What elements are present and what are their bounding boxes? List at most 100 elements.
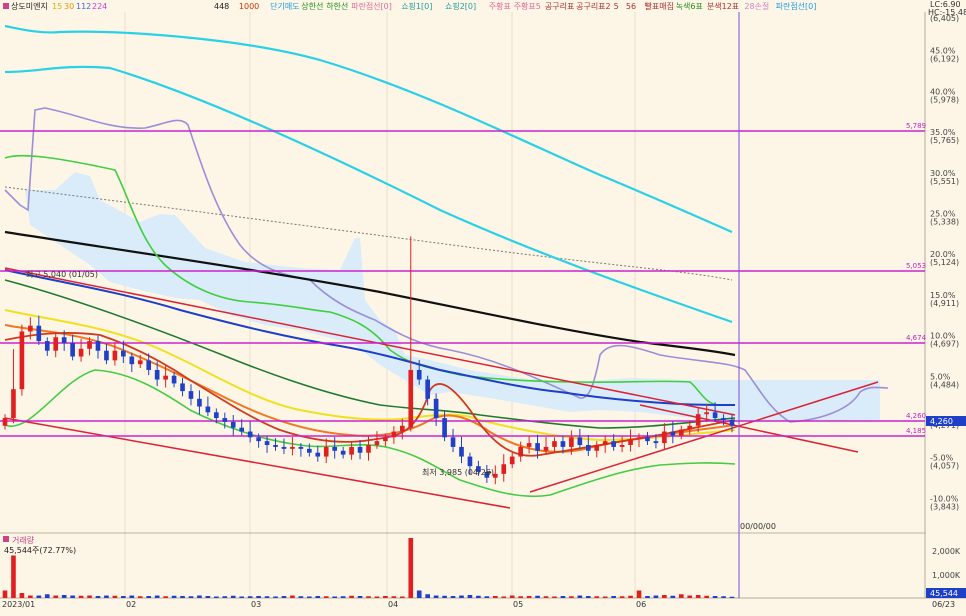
legend-ma-224: 224	[92, 2, 107, 11]
volume-bar	[315, 596, 321, 598]
candle-body[interactable]	[112, 350, 118, 361]
candle-body[interactable]	[636, 437, 642, 440]
candle-body[interactable]	[214, 412, 219, 419]
volume-bar	[662, 595, 667, 598]
candle-body[interactable]	[323, 446, 329, 457]
candle-body[interactable]	[501, 464, 507, 474]
candle-body[interactable]	[509, 456, 515, 465]
candle-body[interactable]	[87, 341, 92, 349]
candle-body[interactable]	[222, 418, 228, 422]
candle-body[interactable]	[95, 341, 101, 351]
candle-body[interactable]	[383, 437, 388, 442]
candle-body[interactable]	[552, 441, 557, 447]
candle-body[interactable]	[273, 445, 278, 447]
candle-body[interactable]	[611, 441, 616, 447]
candle-body[interactable]	[19, 331, 25, 390]
candle-body[interactable]	[28, 325, 33, 332]
candle-body[interactable]	[180, 383, 185, 392]
volume-bar	[298, 596, 304, 598]
candle-body[interactable]	[230, 421, 236, 428]
candle-body[interactable]	[61, 337, 67, 344]
candle-body[interactable]	[2, 418, 8, 426]
candle-body[interactable]	[399, 425, 405, 432]
candle-body[interactable]	[70, 343, 75, 357]
candle-body[interactable]	[670, 431, 676, 436]
candle-body[interactable]	[645, 437, 650, 442]
candle-body[interactable]	[416, 369, 422, 380]
candle-body[interactable]	[197, 398, 202, 407]
candle-body[interactable]	[264, 441, 270, 446]
candle-body[interactable]	[729, 419, 735, 426]
candle-body[interactable]	[712, 412, 718, 419]
candle-body[interactable]	[366, 445, 371, 453]
candle-body[interactable]	[349, 446, 354, 455]
candle-body[interactable]	[678, 429, 684, 436]
volume-bar	[205, 596, 211, 598]
candle-body[interactable]	[146, 360, 152, 370]
candle-body[interactable]	[171, 375, 177, 384]
candle-body[interactable]	[425, 379, 430, 399]
vol-tick-1: 2,000K	[932, 547, 961, 556]
candle-body[interactable]	[391, 431, 397, 438]
volume-bar	[501, 596, 507, 598]
candle-body[interactable]	[459, 446, 464, 457]
candle-body[interactable]	[535, 443, 540, 451]
candle-body[interactable]	[239, 427, 245, 432]
low-annotation: 최저 3,985 (04/26)	[422, 467, 494, 477]
candle-body[interactable]	[374, 441, 380, 446]
candle-body[interactable]	[340, 450, 346, 455]
candle-body[interactable]	[53, 337, 59, 351]
candle-body[interactable]	[281, 446, 287, 449]
candle-body[interactable]	[569, 437, 574, 447]
candle-body[interactable]	[543, 446, 549, 451]
candle-body[interactable]	[594, 445, 600, 451]
candle-body[interactable]	[653, 441, 659, 444]
candle-body[interactable]	[518, 446, 523, 457]
candle-body[interactable]	[205, 406, 211, 413]
candle-body[interactable]	[577, 437, 583, 446]
candle-body[interactable]	[188, 391, 194, 399]
candle-body[interactable]	[36, 325, 42, 342]
candle-body[interactable]	[121, 350, 126, 357]
candle-body[interactable]	[450, 437, 456, 447]
candle-body[interactable]	[602, 441, 608, 446]
candle-body[interactable]	[104, 350, 109, 361]
candle-body[interactable]	[662, 431, 667, 444]
candle-body[interactable]	[408, 369, 414, 428]
candle-body[interactable]	[332, 446, 338, 451]
candle-body[interactable]	[290, 446, 295, 449]
candle-body[interactable]	[560, 441, 566, 447]
candle-body[interactable]	[298, 446, 304, 449]
candle-body[interactable]	[695, 414, 701, 426]
candle-body[interactable]	[137, 360, 143, 365]
candle-body[interactable]	[357, 446, 363, 453]
candle-body[interactable]	[687, 425, 693, 430]
legend-indicator-label: 쇼핑1[0]	[401, 1, 432, 11]
candle-body[interactable]	[526, 443, 532, 447]
volume-bar	[433, 595, 439, 598]
candle-body[interactable]	[619, 445, 625, 447]
candle-body[interactable]	[129, 356, 135, 365]
candle-body[interactable]	[628, 439, 633, 446]
volume-bar	[197, 595, 202, 598]
volume-bar	[121, 596, 126, 598]
candle-body[interactable]	[154, 369, 160, 380]
candle-body[interactable]	[163, 375, 168, 380]
candle-body[interactable]	[433, 398, 439, 419]
candle-body[interactable]	[585, 445, 591, 451]
candle-body[interactable]	[315, 452, 321, 457]
price-chart[interactable]: 5,789 5,053 4,674 4,260 4,185 최고 5,040 (01/0…	[0, 0, 966, 612]
candle-body[interactable]	[44, 341, 50, 351]
candle-body[interactable]	[721, 418, 726, 420]
candle-body[interactable]	[307, 448, 312, 453]
candle-body[interactable]	[467, 456, 473, 467]
volume-bar	[11, 555, 16, 598]
legend-indicator-label: 공구리표2	[576, 2, 611, 11]
candle-body[interactable]	[442, 418, 447, 438]
candle-body[interactable]	[704, 412, 709, 415]
volume-bar	[61, 595, 67, 598]
candle-body[interactable]	[78, 348, 84, 357]
candle-body[interactable]	[11, 389, 16, 419]
candle-body[interactable]	[247, 431, 253, 438]
candle-body[interactable]	[256, 437, 261, 442]
